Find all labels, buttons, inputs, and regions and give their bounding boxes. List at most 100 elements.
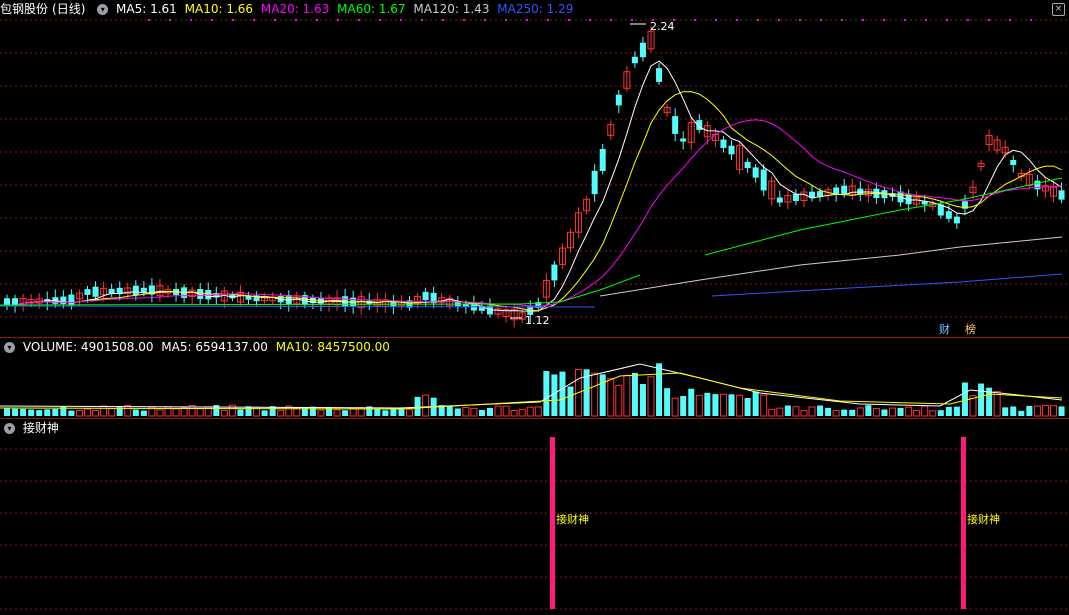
volume-bar — [784, 405, 791, 416]
volume-bar — [414, 396, 421, 416]
event-dot — [904, 19, 906, 21]
candle-body — [953, 216, 960, 224]
volume-bar — [84, 408, 91, 417]
volume-value: VOLUME: 4901508.00 — [22, 340, 154, 354]
volume-bar — [196, 408, 204, 417]
candle-body — [720, 139, 727, 148]
volume-bar — [487, 407, 493, 416]
ma120-label: MA120: 1.43 — [413, 2, 490, 16]
volume-bar — [639, 384, 646, 416]
volume-bar — [172, 408, 180, 417]
volume-bar — [680, 396, 687, 416]
volume-bar — [543, 371, 550, 416]
candle-body — [631, 56, 638, 64]
event-dot — [421, 19, 423, 21]
ma10-label: MA10: 1.66 — [184, 2, 254, 16]
volume-ma10: MA10: 8457500.00 — [275, 340, 390, 354]
ma20-line — [6, 119, 1062, 307]
chart-period: (日线) — [52, 2, 86, 16]
volume-bar — [100, 405, 108, 417]
volume-bar — [865, 405, 872, 416]
volume-bar — [277, 409, 285, 417]
candle-body — [776, 197, 783, 203]
ma-toggle-icon[interactable]: ▾ — [97, 4, 109, 15]
volume-bar — [462, 407, 470, 417]
volume-bar — [44, 409, 51, 416]
ranking-tag[interactable]: 榜 — [964, 321, 977, 337]
volume-bar — [599, 374, 606, 416]
volume-bar — [502, 405, 510, 417]
event-dot — [337, 19, 339, 21]
ma250-line — [0, 273, 1063, 308]
volume-bar — [623, 374, 631, 417]
volume-bar — [993, 390, 1001, 417]
volume-panel[interactable]: ▾ VOLUME: 4901508.00 MA5: 6594137.00 MA1… — [0, 338, 1069, 418]
indicator-panel[interactable]: ▾ 接财神 接财神 接财神 — [0, 419, 1069, 615]
volume-bar — [671, 397, 679, 417]
volume-bar — [140, 410, 147, 416]
volume-bar — [1018, 410, 1025, 416]
candle-body — [1010, 160, 1017, 165]
volume-bar — [551, 374, 558, 416]
event-dot — [526, 19, 528, 21]
volume-bar — [978, 383, 985, 416]
candle-body — [841, 185, 848, 195]
candle-body — [599, 148, 606, 172]
event-dot — [232, 19, 234, 21]
volume-bar — [929, 410, 937, 417]
volume-bar — [913, 409, 921, 417]
ma250-label: MA250: 1.29 — [497, 2, 574, 16]
volume-bar — [156, 409, 164, 417]
candle-body — [656, 68, 663, 82]
volume-bar — [953, 406, 960, 416]
volume-bar — [712, 394, 719, 416]
candle-body — [245, 296, 252, 300]
event-dot — [757, 19, 759, 21]
volume-bar — [631, 372, 638, 416]
high-price-label: 2.24 — [650, 20, 675, 33]
event-dot — [547, 19, 549, 21]
candle-body — [615, 94, 622, 106]
indicator-toggle-icon[interactable]: ▾ — [4, 423, 15, 434]
volume-bar — [905, 406, 913, 417]
volume-toggle-icon[interactable]: ▾ — [4, 342, 15, 353]
volume-bar — [856, 407, 864, 417]
close-window-icon[interactable]: × — [1052, 3, 1065, 16]
event-dot — [736, 19, 738, 21]
event-dot — [442, 19, 444, 21]
event-dot — [925, 19, 927, 21]
candle-body — [140, 287, 147, 293]
volume-bar — [12, 408, 19, 416]
candle-body — [92, 286, 99, 297]
volume-bar — [736, 394, 744, 417]
volume-bar — [607, 378, 615, 417]
event-dot — [211, 19, 213, 21]
volume-bar — [688, 388, 695, 416]
candle-body — [752, 167, 759, 178]
volume-bar — [518, 408, 526, 417]
indicator-chart[interactable] — [0, 419, 1069, 615]
price-panel[interactable]: 包钢股份 (日线) ▾ MA5: 1.61 MA10: 1.66 MA20: 1.… — [0, 0, 1069, 337]
volume-bar — [768, 408, 776, 417]
ma5-line — [6, 60, 1062, 312]
volume-header: ▾ VOLUME: 4901508.00 MA5: 6594137.00 MA1… — [0, 338, 394, 356]
event-dot — [841, 19, 843, 21]
event-dot — [1030, 19, 1032, 21]
volume-bar — [817, 405, 824, 416]
event-dot — [631, 19, 633, 21]
event-dot — [484, 19, 486, 21]
finance-tag[interactable]: 财 — [938, 321, 951, 337]
volume-bar — [406, 409, 413, 417]
event-dot — [274, 19, 276, 21]
event-dot — [148, 19, 150, 21]
volume-bar — [75, 409, 83, 417]
event-dot — [589, 19, 591, 21]
candle-body — [639, 42, 646, 58]
volume-bar — [1010, 406, 1017, 416]
candle-body — [68, 294, 75, 306]
event-dot — [379, 19, 381, 21]
volume-bar — [454, 408, 461, 416]
event-dot — [988, 19, 990, 21]
candlestick-chart[interactable] — [0, 0, 1069, 337]
price-header: 包钢股份 (日线) ▾ MA5: 1.61 MA10: 1.66 MA20: 1.… — [0, 0, 577, 18]
